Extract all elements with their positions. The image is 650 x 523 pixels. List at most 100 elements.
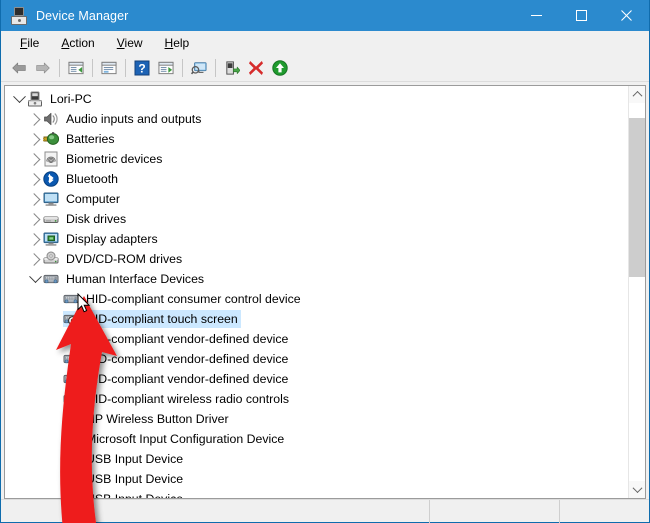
tree-item[interactable]: Batteries — [5, 129, 628, 149]
update-driver-button[interactable] — [220, 56, 244, 80]
tree-item[interactable]: Lori-PC — [5, 89, 628, 109]
toolbar-separator-5 — [215, 59, 216, 77]
svg-text:?: ? — [138, 61, 145, 75]
chevron-right-icon[interactable] — [27, 229, 43, 249]
hid-icon — [63, 411, 79, 427]
toolbar-separator-3 — [125, 59, 126, 77]
scrollbar-thumb[interactable] — [629, 118, 645, 277]
tree-item-label: Batteries — [64, 130, 118, 148]
tree-item[interactable]: HID-compliant wireless radio controls — [5, 389, 628, 409]
menu-action-rest: ction — [69, 36, 94, 50]
disk-drive-icon — [43, 211, 59, 227]
scroll-up-button[interactable] — [629, 86, 645, 103]
tree-item[interactable]: HID-compliant consumer control device — [5, 289, 628, 309]
hid-icon — [63, 371, 79, 387]
tree-indent-spacer — [47, 489, 63, 498]
maximize-button[interactable] — [559, 0, 604, 31]
tree-item[interactable]: HID-compliant vendor-defined device — [5, 369, 628, 389]
window-title: Device Manager — [36, 9, 128, 23]
menu-action[interactable]: Action — [50, 34, 105, 52]
toolbar-separator-4 — [182, 59, 183, 77]
tree-item[interactable]: Disk drives — [5, 209, 628, 229]
tree-item[interactable]: HID-compliant vendor-defined device — [5, 349, 628, 369]
fingerprint-icon — [43, 151, 59, 167]
tree-item[interactable]: Biometric devices — [5, 149, 628, 169]
uninstall-device-button[interactable] — [244, 56, 268, 80]
tree-indent-spacer — [47, 309, 63, 329]
computer-root-icon — [27, 91, 43, 107]
chevron-right-icon[interactable] — [27, 169, 43, 189]
tree-item[interactable]: Bluetooth — [5, 169, 628, 189]
menu-help[interactable]: Help — [154, 34, 201, 52]
tree-item-label: Audio inputs and outputs — [64, 110, 204, 128]
tree-item-label: Display adapters — [64, 230, 161, 248]
menu-view[interactable]: View — [106, 34, 154, 52]
hid-icon — [63, 431, 79, 447]
toolbar-separator-2 — [92, 59, 93, 77]
tree-item[interactable]: Audio inputs and outputs — [5, 109, 628, 129]
chevron-right-icon[interactable] — [27, 109, 43, 129]
minimize-button[interactable] — [514, 0, 559, 31]
forward-button[interactable] — [31, 56, 55, 80]
chevron-right-icon[interactable] — [27, 129, 43, 149]
title-bar[interactable]: Device Manager — [1, 0, 649, 31]
tree-item[interactable]: USB Input Device — [5, 489, 628, 498]
play-list-button[interactable] — [154, 56, 178, 80]
help-button[interactable]: ? — [130, 56, 154, 80]
close-button[interactable] — [604, 0, 649, 31]
menu-file-rest: ile — [27, 36, 39, 50]
chevron-right-icon[interactable] — [27, 209, 43, 229]
status-bar — [1, 499, 649, 522]
scrollbar-track[interactable] — [629, 103, 645, 481]
chevron-down-icon[interactable] — [11, 89, 27, 109]
tree-item[interactable]: Microsoft Input Configuration Device — [5, 429, 628, 449]
tree-item[interactable]: Display adapters — [5, 229, 628, 249]
menu-view-accel: V — [117, 36, 125, 50]
tree-item-label: HID-compliant vendor-defined device — [84, 350, 291, 368]
tree-item[interactable]: DVD/CD-ROM drives — [5, 249, 628, 269]
optical-drive-icon — [43, 251, 59, 267]
bluetooth-icon — [43, 171, 59, 187]
chevron-right-icon[interactable] — [27, 249, 43, 269]
scan-hardware-button[interactable] — [187, 56, 211, 80]
hid-icon — [63, 471, 79, 487]
tree-indent-spacer — [47, 429, 63, 449]
vertical-scrollbar[interactable] — [628, 86, 645, 498]
tree-item-label: Lori-PC — [48, 90, 95, 108]
hid-icon — [63, 491, 79, 498]
hid-icon — [43, 271, 59, 287]
tree-item[interactable]: USB Input Device — [5, 449, 628, 469]
tree-item[interactable]: Human Interface Devices — [5, 269, 628, 289]
tree-item-selected[interactable]: HID-compliant touch screen — [5, 309, 628, 329]
hid-icon — [63, 451, 79, 467]
tree-item[interactable]: HP Wireless Button Driver — [5, 409, 628, 429]
chevron-right-icon[interactable] — [27, 189, 43, 209]
menu-help-accel: H — [165, 36, 174, 50]
hid-icon — [63, 391, 79, 407]
tree-indent-spacer — [47, 469, 63, 489]
tree-item[interactable]: Computer — [5, 189, 628, 209]
tree-indent-spacer — [47, 449, 63, 469]
hid-icon — [63, 331, 79, 347]
properties-button[interactable] — [97, 56, 121, 80]
menu-file[interactable]: File — [9, 34, 50, 52]
battery-icon — [43, 131, 59, 147]
status-pane-3 — [559, 500, 649, 523]
show-hidden-button[interactable] — [64, 56, 88, 80]
enable-device-button[interactable] — [268, 56, 292, 80]
chevron-down-icon[interactable] — [27, 269, 43, 289]
tree-item-label: HP Wireless Button Driver — [84, 410, 232, 428]
tree-item-label: Microsoft Input Configuration Device — [84, 430, 287, 448]
scroll-down-button[interactable] — [629, 481, 645, 498]
tree-item-label: USB Input Device — [84, 490, 186, 498]
tree-indent-spacer — [47, 389, 63, 409]
tree-item[interactable]: HID-compliant vendor-defined device — [5, 329, 628, 349]
back-button[interactable] — [7, 56, 31, 80]
chevron-right-icon[interactable] — [27, 149, 43, 169]
tree-item-label: HID-compliant wireless radio controls — [84, 390, 292, 408]
tree-item[interactable]: USB Input Device — [5, 469, 628, 489]
device-manager-window: Device Manager File Action View Help — [0, 0, 650, 523]
tree-item-label: Human Interface Devices — [64, 270, 207, 288]
tree-indent-spacer — [47, 349, 63, 369]
device-tree[interactable]: Lori-PC Audio inputs and outputs Batteries… — [5, 86, 628, 498]
